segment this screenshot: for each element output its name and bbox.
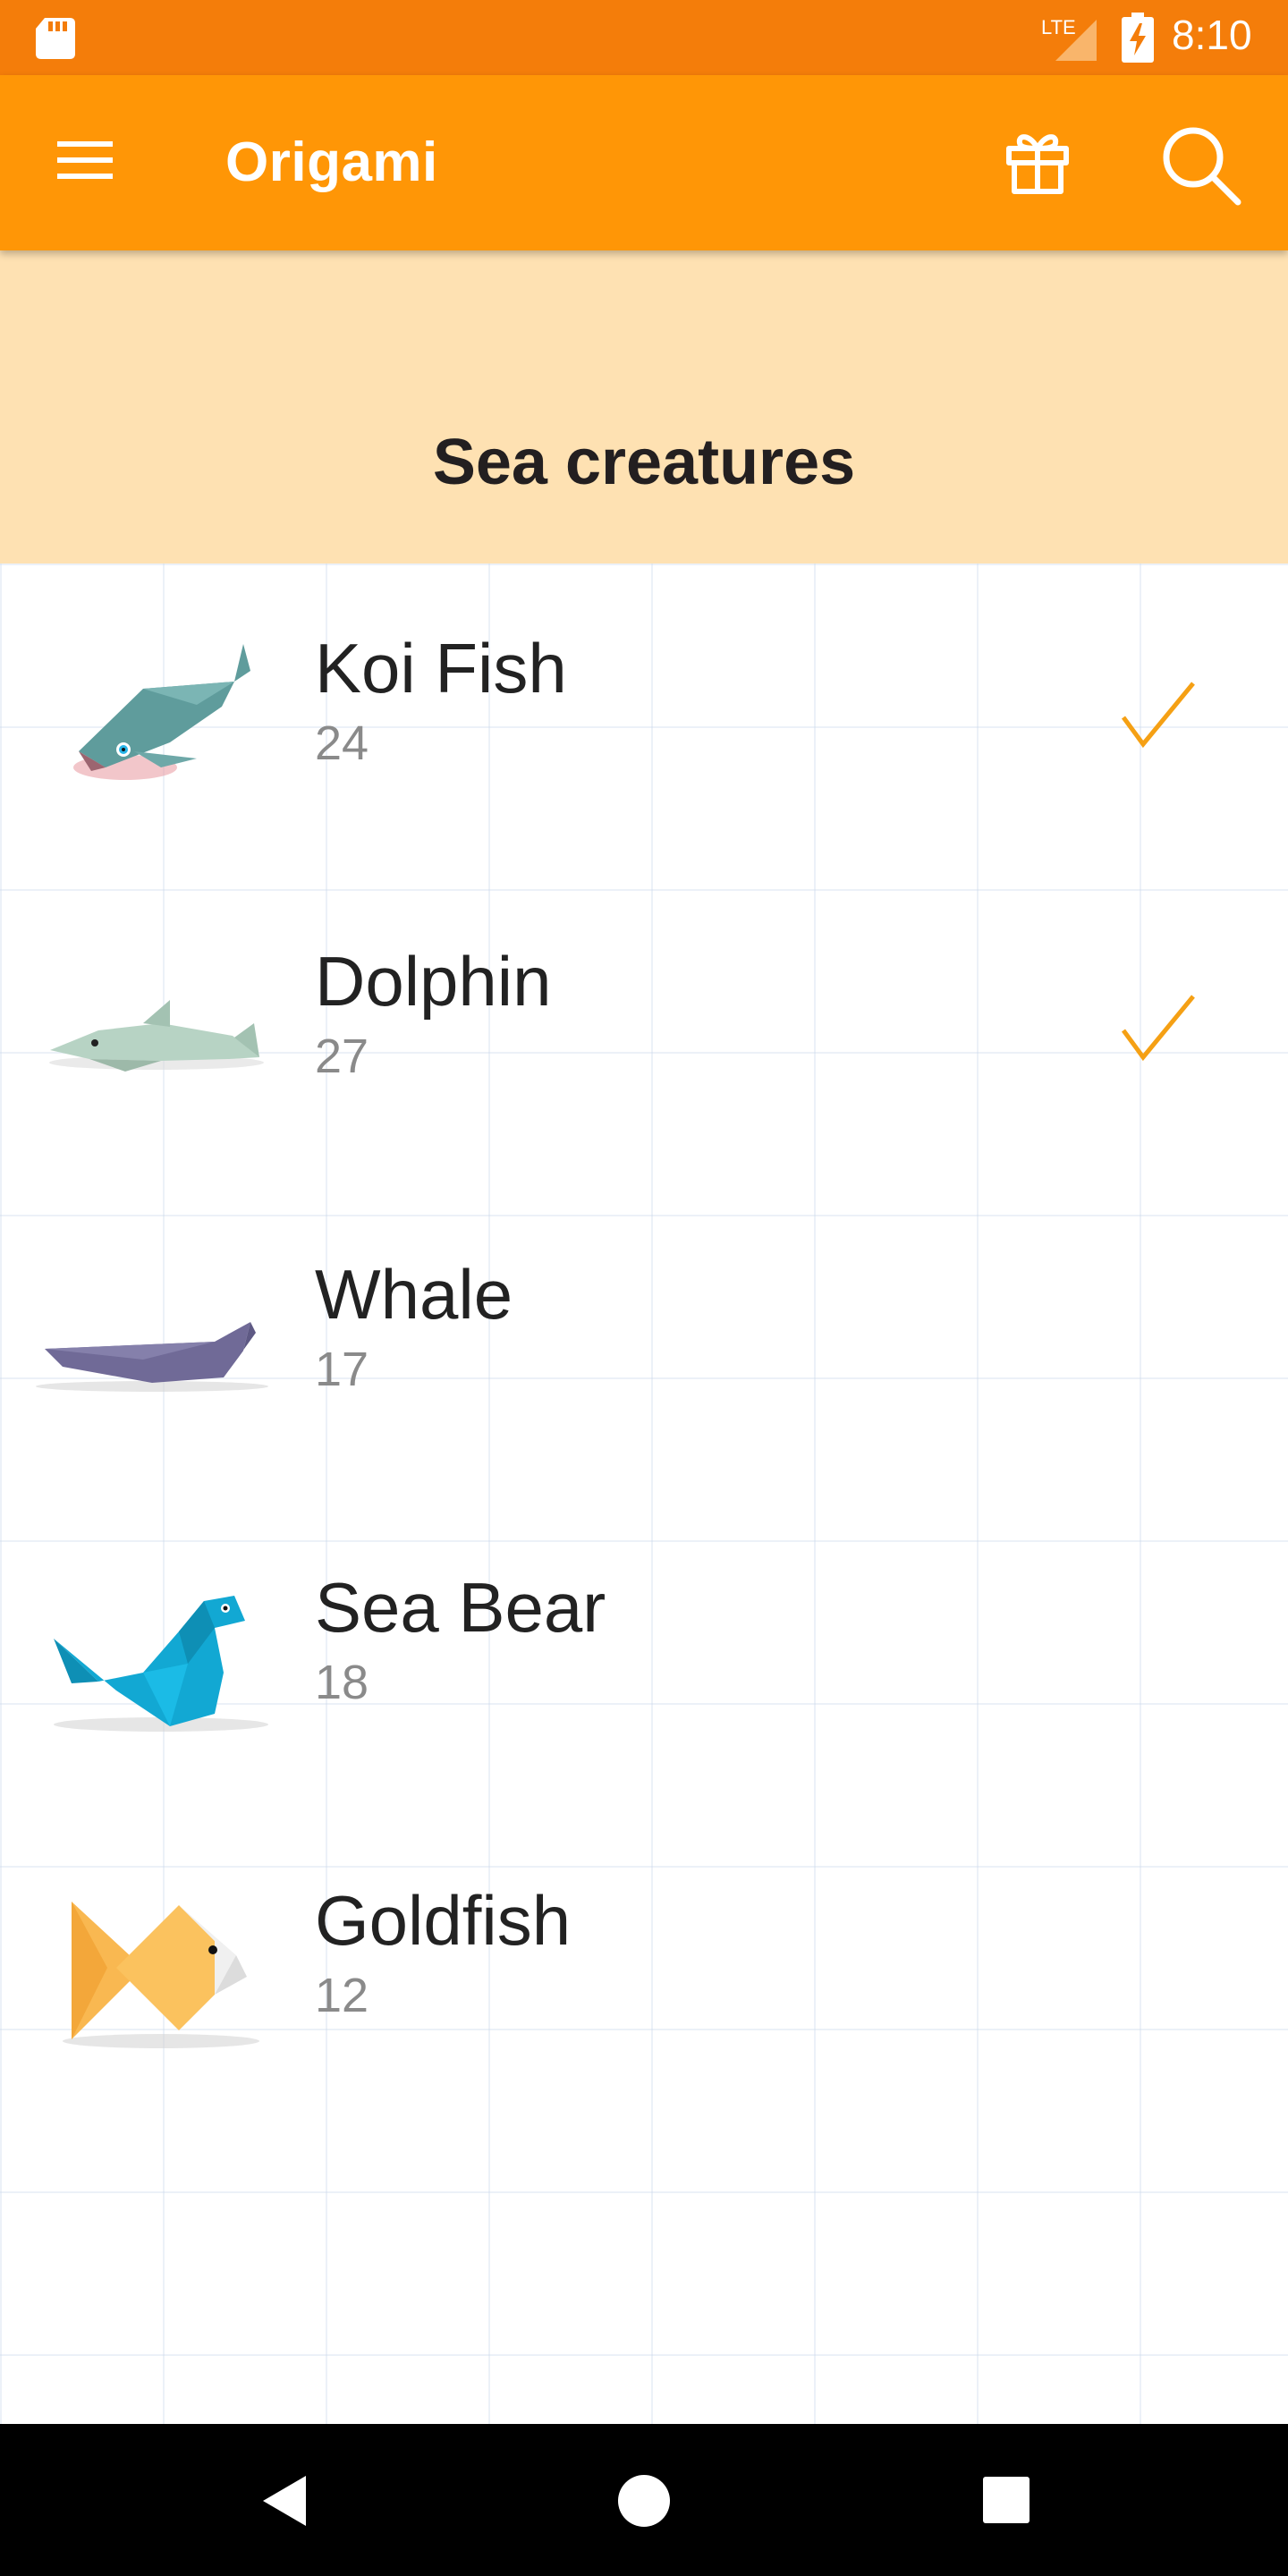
sea-bear-icon <box>54 1596 268 1732</box>
whale-icon <box>36 1322 268 1392</box>
network-label: LTE <box>1041 16 1076 38</box>
model-list: Koi Fish 24 Dolphin 27 Whale 17 Sea Bear… <box>0 564 1288 2424</box>
goldfish-icon <box>63 1902 259 2048</box>
app-title: Origami <box>225 131 438 193</box>
item-count: 27 <box>315 1030 369 1083</box>
list-item-sea-bear[interactable]: Sea Bear 18 <box>0 1503 1288 1816</box>
back-icon[interactable] <box>259 2474 309 2528</box>
item-count: 17 <box>315 1343 369 1396</box>
koi-fish-icon <box>73 644 250 780</box>
list-item-whale[interactable]: Whale 17 <box>0 1190 1288 1503</box>
status-clock: 8:10 <box>1172 12 1252 58</box>
item-count: 18 <box>315 1656 369 1709</box>
menu-icon[interactable] <box>54 138 116 182</box>
sd-card-icon <box>36 18 75 59</box>
check-icon <box>1121 995 1195 1062</box>
home-icon[interactable] <box>617 2474 671 2528</box>
system-nav-bar <box>0 2424 1288 2576</box>
dolphin-icon <box>49 1000 264 1072</box>
check-icon <box>1121 682 1195 749</box>
list-item-goldfish[interactable]: Goldfish 12 <box>0 1816 1288 2129</box>
item-count: 24 <box>315 716 369 770</box>
category-title: Sea creatures <box>432 427 856 498</box>
item-name: Sea Bear <box>315 1568 606 1647</box>
app-bar: Origami <box>0 75 1288 250</box>
item-name: Whale <box>315 1255 513 1334</box>
category-header: Sea creatures <box>0 250 1288 564</box>
battery-charging-icon <box>1122 13 1154 63</box>
recent-apps-icon[interactable] <box>982 2476 1030 2524</box>
list-item-dolphin[interactable]: Dolphin 27 <box>0 877 1288 1190</box>
signal-icon: LTE <box>1041 16 1097 61</box>
item-name: Koi Fish <box>315 629 567 708</box>
search-icon[interactable] <box>1157 122 1243 208</box>
list-item-koi-fish[interactable]: Koi Fish 24 <box>0 564 1288 877</box>
item-name: Dolphin <box>315 942 552 1021</box>
item-count: 12 <box>315 1969 369 2022</box>
item-name: Goldfish <box>315 1881 572 1960</box>
gift-icon[interactable] <box>1004 127 1072 195</box>
status-bar: LTE 8:10 <box>0 0 1288 75</box>
